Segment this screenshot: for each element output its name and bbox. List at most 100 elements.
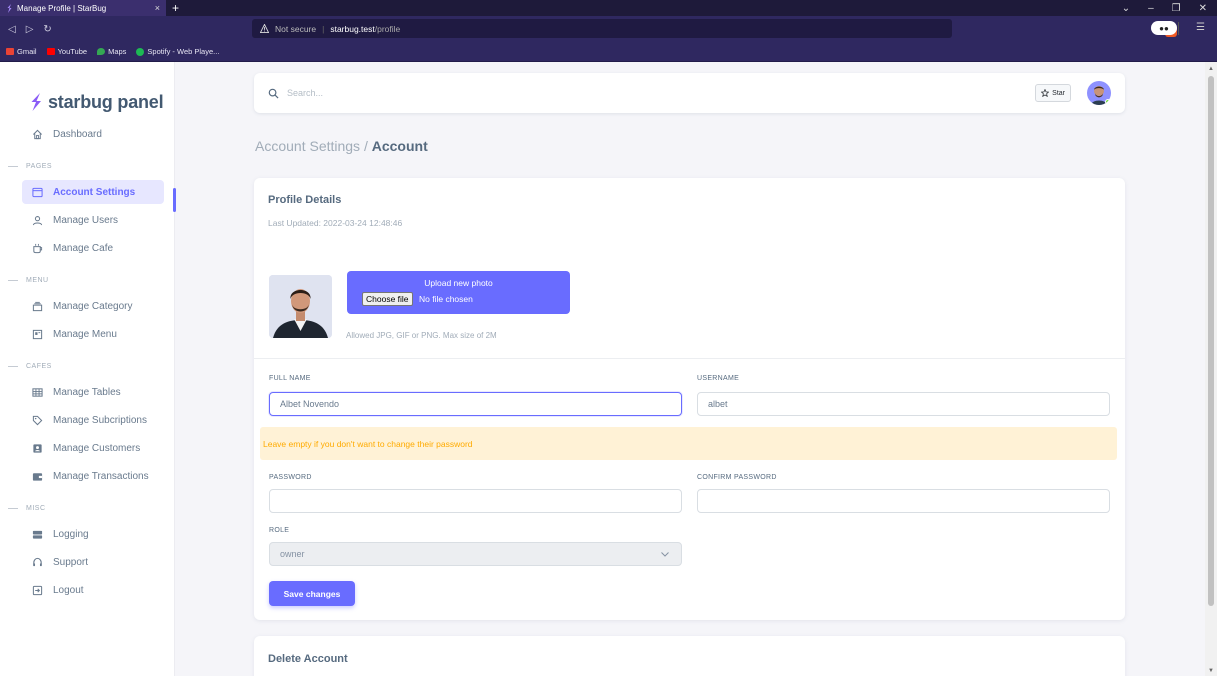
last-updated-text: Last Updated: 2022-03-24 12:48:46 (268, 218, 403, 228)
sidebar-item-manage-tables[interactable]: Manage Tables (22, 380, 164, 404)
sidebar-item-manage-category[interactable]: Manage Category (22, 294, 164, 318)
confirm-password-label: CONFIRM PASSWORD (697, 474, 777, 481)
sidebar-item-logging[interactable]: Logging (22, 522, 164, 546)
sidebar-item-manage-customers[interactable]: Manage Customers (22, 436, 164, 460)
window-icon (32, 187, 43, 197)
scroll-up-icon[interactable]: ▲ (1208, 66, 1214, 72)
profile-portrait-icon (269, 275, 332, 338)
extension-icon[interactable]: ●● (1151, 21, 1177, 35)
browser-tab[interactable]: Manage Profile | StarBug × (0, 0, 166, 16)
url-path: /profile (374, 23, 401, 34)
sidebar-item-logout[interactable]: Logout (22, 578, 164, 602)
menu-icon[interactable]: ☰ (1196, 22, 1205, 33)
address-bar[interactable]: Not secure | starbug.test/profile (252, 19, 1179, 38)
youtube-icon (46, 48, 55, 55)
coffee-cup-icon (33, 243, 43, 253)
server-icon (32, 530, 43, 539)
sidebar-item-label: Logging (53, 528, 89, 540)
password-label: PASSWORD (269, 474, 312, 481)
sidebar-item-dashboard[interactable]: Dashboard (22, 122, 164, 146)
github-star-button[interactable]: Star (1035, 84, 1071, 102)
scroll-down-icon[interactable]: ▼ (1208, 668, 1214, 674)
shields-area (1165, 22, 1185, 37)
username-input[interactable]: albet (697, 392, 1110, 416)
sidebar-item-label: Account Settings (53, 186, 136, 198)
bookmark-spotify[interactable]: Spotify - Web Playe... (136, 47, 219, 56)
window-controls: ⌄ – ❐ ✕ (1122, 0, 1217, 16)
sidebar-item-label: Manage Tables (53, 386, 121, 398)
card-title: Delete Account (268, 653, 348, 665)
table-grid-icon (32, 387, 43, 397)
tab-close-icon[interactable]: × (155, 3, 160, 13)
tab-title: Manage Profile | StarBug (17, 3, 107, 13)
nav-buttons: ◁ ▷ ↻ (0, 24, 250, 35)
sidebar-item-account-settings[interactable]: Account Settings (22, 180, 164, 204)
allowed-formats-hint: Allowed JPG, GIF or PNG. Max size of 2M (346, 331, 497, 340)
tab-search-icon[interactable]: ⌄ (1122, 3, 1130, 14)
url-host: starbug.test (330, 23, 375, 34)
minimize-icon[interactable]: – (1148, 3, 1154, 14)
profile-photo (269, 275, 332, 338)
spotify-icon (136, 47, 145, 56)
sidebar: starbug panel Dashboard PAGES Account Se… (0, 62, 175, 676)
online-status-dot (1105, 99, 1111, 105)
password-input[interactable] (269, 489, 682, 513)
sidebar-item-manage-menu[interactable]: Manage Menu (22, 322, 164, 346)
sidebar-item-manage-subscriptions[interactable]: Manage Subcriptions (22, 408, 164, 432)
profile-details-card: Profile Details Last Updated: 2022-03-24… (254, 178, 1125, 620)
breadcrumb-current: Account (371, 138, 428, 154)
menu-board-icon (32, 329, 43, 339)
headset-icon (33, 557, 42, 566)
sidebar-item-label: Dashboard (53, 128, 102, 140)
user-icon (32, 215, 43, 225)
section-menu: MENU (0, 266, 174, 294)
maximize-icon[interactable]: ❐ (1172, 3, 1181, 14)
section-misc: MISC (0, 494, 174, 522)
bookmark-gmail[interactable]: Gmail (6, 47, 37, 56)
url-text: starbug.test/profile (330, 24, 400, 34)
active-indicator (173, 188, 176, 212)
confirm-password-input[interactable] (697, 489, 1110, 513)
bookmarks-bar: Gmail YouTube Maps Spotify - Web Playe..… (0, 42, 1217, 62)
full-name-input[interactable]: Albet Novendo (269, 392, 682, 416)
search-icon (268, 88, 279, 99)
bookmark-youtube[interactable]: YouTube (46, 47, 87, 56)
sidebar-item-label: Manage Transactions (53, 470, 149, 482)
sidebar-item-manage-users[interactable]: Manage Users (22, 208, 164, 232)
sidebar-item-manage-transactions[interactable]: Manage Transactions (22, 464, 164, 488)
card-divider (254, 358, 1125, 359)
role-label: ROLE (269, 527, 290, 534)
scrollbar-thumb[interactable] (1208, 76, 1214, 606)
logout-icon (32, 585, 43, 595)
forward-icon[interactable]: ▷ (26, 24, 34, 35)
star-label: Star (1052, 89, 1065, 97)
star-icon (1041, 89, 1050, 97)
browser-tab-strip: Manage Profile | StarBug × + ⌄ – ❐ ✕ (0, 0, 1217, 16)
search-input[interactable]: Search... (287, 88, 1027, 98)
choose-file-button[interactable]: Choose file (362, 292, 413, 306)
sidebar-item-label: Manage Category (53, 300, 133, 312)
top-navbar: Search... Star (254, 73, 1125, 113)
upload-photo-button[interactable]: Upload new photo Choose file No file cho… (347, 271, 570, 314)
reload-icon[interactable]: ↻ (43, 24, 51, 35)
bookmark-maps[interactable]: Maps (97, 47, 126, 56)
breadcrumb-parent[interactable]: Account Settings / (255, 138, 368, 154)
section-cafes: CAFES (0, 352, 174, 380)
sidebar-item-label: Manage Users (53, 214, 119, 226)
archive-icon (32, 301, 43, 311)
sidebar-item-label: Manage Menu (53, 328, 117, 340)
role-value: owner (280, 549, 305, 559)
sidebar-item-label: Support (53, 556, 89, 568)
brand[interactable]: starbug panel (0, 62, 174, 122)
user-avatar[interactable] (1087, 81, 1111, 105)
back-icon[interactable]: ◁ (8, 24, 16, 35)
page-scrollbar[interactable]: ▲ ▼ (1205, 62, 1217, 676)
password-notice-alert: Leave empty if you don't want to change … (260, 427, 1117, 460)
close-window-icon[interactable]: ✕ (1199, 3, 1207, 14)
save-changes-button[interactable]: Save changes (269, 581, 355, 606)
role-select[interactable]: owner (269, 542, 682, 566)
sidebar-item-support[interactable]: Support (22, 550, 164, 574)
sidebar-item-manage-cafe[interactable]: Manage Cafe (22, 236, 164, 260)
new-tab-button[interactable]: + (172, 0, 179, 16)
full-name-label: FULL NAME (269, 375, 311, 382)
